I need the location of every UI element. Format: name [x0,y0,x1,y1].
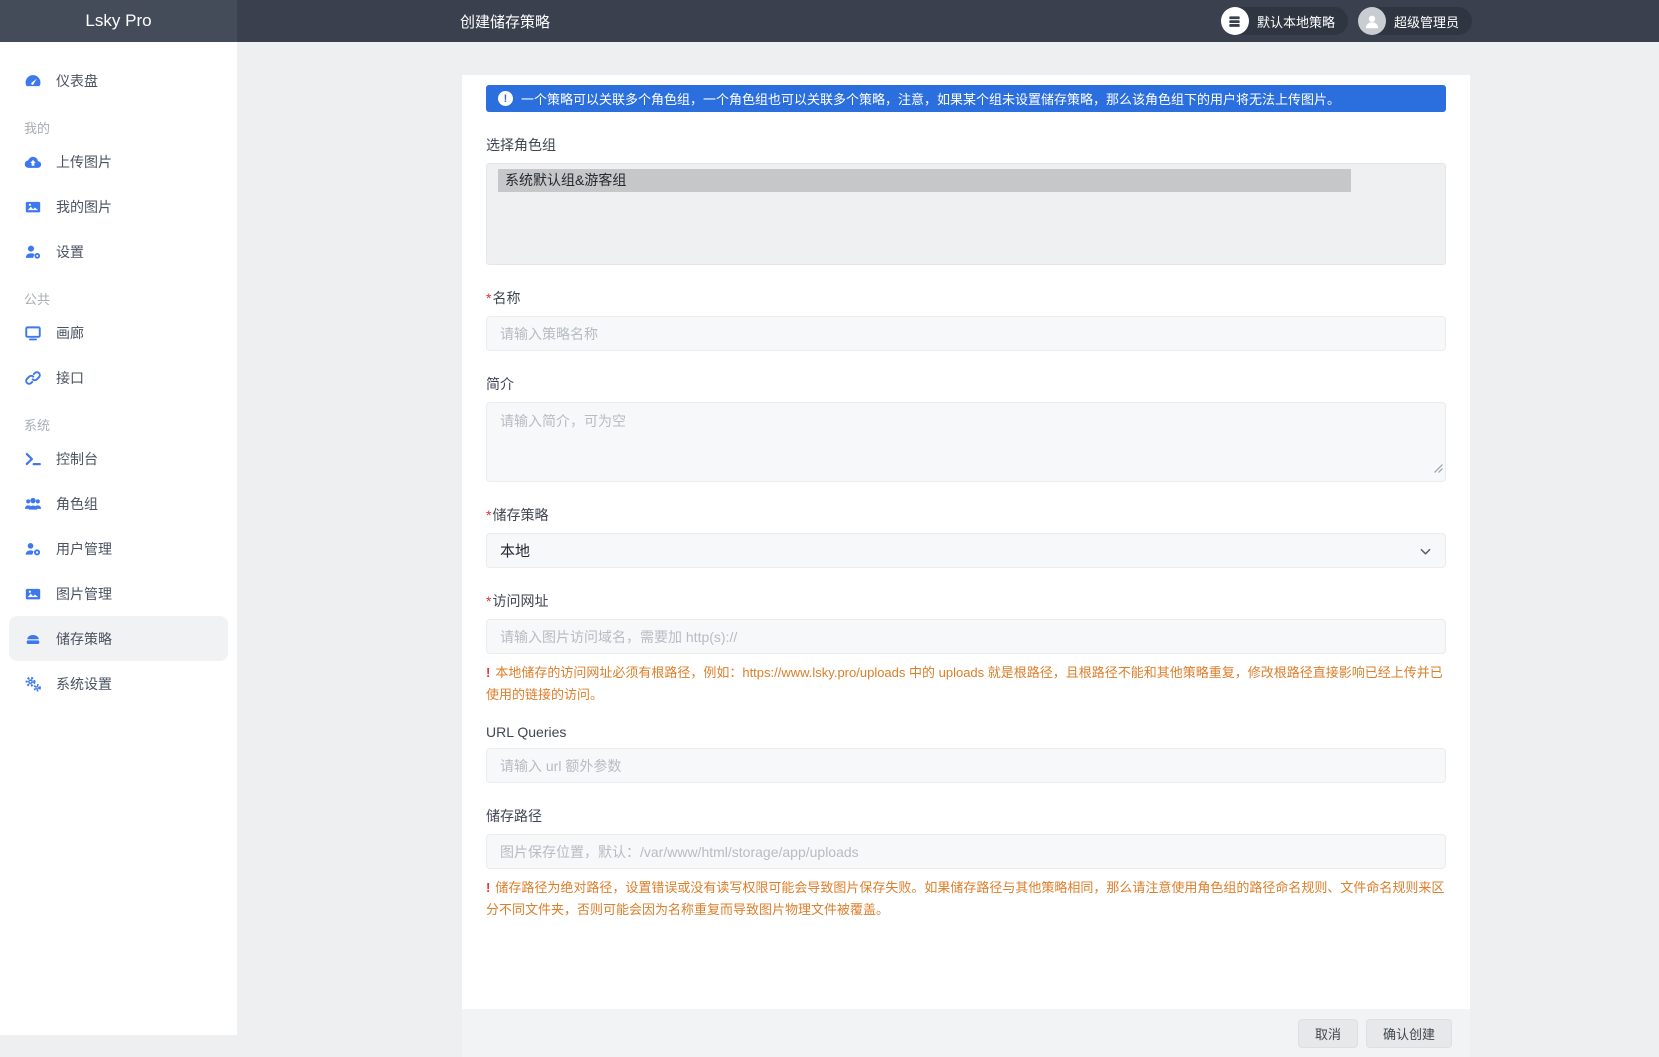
topbar-right: 默认本地策略 超级管理员 [1221,7,1472,35]
sidebar-item-role-groups[interactable]: 角色组 [0,481,237,526]
storage-driver-select[interactable]: 本地 [486,533,1446,568]
topbar: Lsky Pro 创建储存策略 默认本地策略 超级管理员 [0,0,1659,42]
policy-badge-label: 默认本地策略 [1257,12,1335,31]
access-url-label: *访问网址 [486,591,1446,611]
name-label: *名称 [486,288,1446,308]
sidebar-item-api[interactable]: 接口 [0,355,237,400]
main-content: ! 一个策略可以关联多个角色组，一个角色组也可以关联多个策略，注意，如果某个组未… [237,42,1659,1035]
intro-textarea-wrap [486,402,1446,482]
url-queries-input[interactable] [486,748,1446,783]
sidebar-item-label: 上传图片 [56,152,112,172]
sidebar-item-label: 图片管理 [56,584,112,604]
required-marker: * [486,593,491,609]
sidebar-item-my-images[interactable]: 我的图片 [0,184,237,229]
sidebar-item-label: 画廊 [56,323,84,343]
role-group-label: 选择角色组 [486,135,1446,155]
info-alert: ! 一个策略可以关联多个角色组，一个角色组也可以关联多个策略，注意，如果某个组未… [486,85,1446,112]
link-icon [24,369,42,387]
info-icon: ! [498,91,513,106]
required-marker: * [486,507,491,523]
sidebar-item-label: 储存策略 [56,629,112,649]
server-stack-icon [1221,7,1249,35]
sidebar-item-console[interactable]: 控制台 [0,436,237,481]
sidebar-item-user-management[interactable]: 用户管理 [0,526,237,571]
storage-path-warning: !储存路径为绝对路径，设置错误或没有读写权限可能会导致图片保存失败。如果储存路径… [486,877,1446,921]
page-title: 创建储存策略 [460,0,550,42]
brand-logo: Lsky Pro [0,0,237,42]
cloud-upload-icon [24,153,42,171]
role-group-multiselect[interactable]: 系统默认组&游客组 [486,163,1446,265]
sidebar-section-public: 公共 [0,286,237,310]
required-marker: * [486,290,491,306]
sidebar-item-gallery[interactable]: 画廊 [0,310,237,355]
dashboard-icon [24,72,42,90]
sidebar-item-upload[interactable]: 上传图片 [0,139,237,184]
create-policy-card: ! 一个策略可以关联多个角色组，一个角色组也可以关联多个策略，注意，如果某个组未… [462,75,1470,1009]
sidebar-item-settings[interactable]: 设置 [0,229,237,274]
storage-icon [24,630,42,648]
sidebar-item-image-management[interactable]: 图片管理 [0,571,237,616]
storage-driver-value: 本地 [500,540,530,561]
url-queries-label: URL Queries [486,724,1446,740]
sidebar-section-mine: 我的 [0,115,237,139]
access-url-input[interactable] [486,619,1446,654]
sidebar: 仪表盘 我的 上传图片 我的图片 设置 公共 画廊 接口 系统 [0,42,237,1035]
user-gear-icon [24,243,42,261]
role-group-option-selected[interactable]: 系统默认组&游客组 [498,169,1351,192]
sidebar-item-system-settings[interactable]: 系统设置 [0,661,237,706]
name-input[interactable] [486,316,1446,351]
storage-path-input[interactable] [486,834,1446,869]
alert-text: 一个策略可以关联多个角色组，一个角色组也可以关联多个策略，注意，如果某个组未设置… [521,89,1340,108]
confirm-create-button[interactable]: 确认创建 [1366,1019,1452,1048]
gears-icon [24,675,42,693]
sidebar-section-system: 系统 [0,412,237,436]
images-icon [24,585,42,603]
sidebar-item-label: 系统设置 [56,674,112,694]
intro-textarea[interactable] [486,402,1446,482]
access-url-warning: !本地储存的访问网址必须有根路径，例如：https://www.lsky.pro… [486,662,1446,706]
user-badge-label: 超级管理员 [1394,12,1459,31]
sidebar-item-label: 仪表盘 [56,71,98,91]
images-icon [24,198,42,216]
sidebar-item-label: 控制台 [56,449,98,469]
cancel-button[interactable]: 取消 [1298,1019,1358,1048]
intro-label: 简介 [486,374,1446,394]
sidebar-item-label: 设置 [56,242,84,262]
user-menu-badge[interactable]: 超级管理员 [1358,7,1472,35]
sidebar-item-label: 角色组 [56,494,98,514]
resize-handle[interactable] [1433,460,1443,478]
warning-marker: ! [486,665,490,680]
form-footer: 取消 确认创建 [462,1009,1470,1057]
sidebar-item-label: 接口 [56,368,84,388]
storage-driver-label: *储存策略 [486,505,1446,525]
users-icon [24,495,42,513]
avatar [1358,7,1386,35]
users-gear-icon [24,540,42,558]
sidebar-item-storage-policy[interactable]: 储存策略 [9,616,228,661]
storage-path-label: 储存路径 [486,806,1446,826]
sidebar-item-label: 我的图片 [56,197,112,217]
terminal-icon [24,450,42,468]
warning-marker: ! [486,880,490,895]
current-policy-badge[interactable]: 默认本地策略 [1221,7,1348,35]
monitor-icon [24,324,42,342]
sidebar-item-dashboard[interactable]: 仪表盘 [0,58,237,103]
chevron-down-icon [1419,545,1432,562]
sidebar-item-label: 用户管理 [56,539,112,559]
